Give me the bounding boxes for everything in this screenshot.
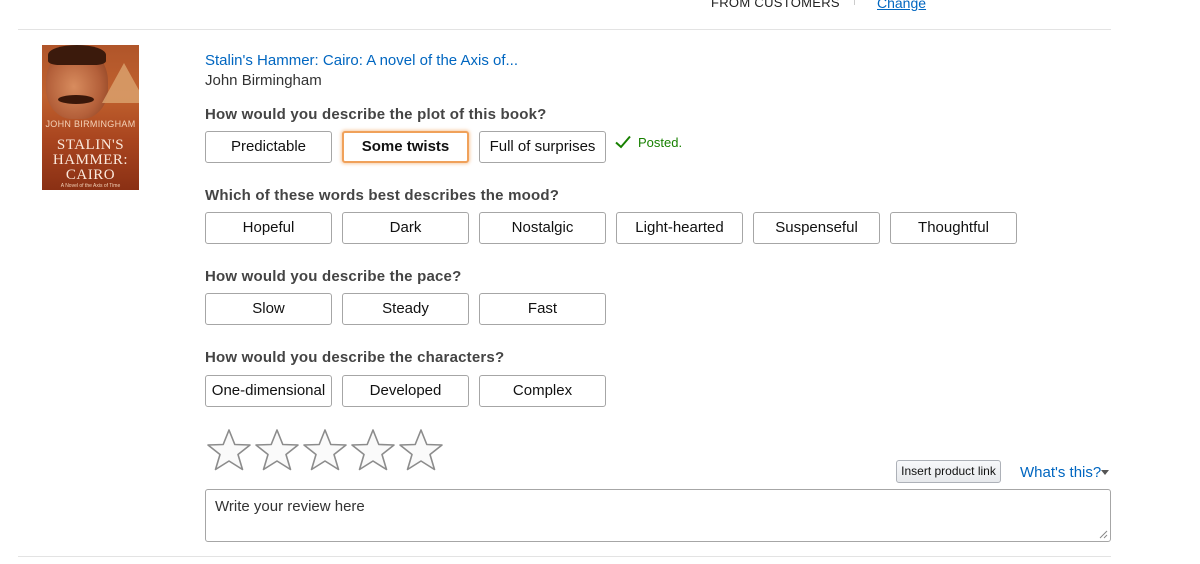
divider [854, 0, 855, 5]
cover-title-line: HAMMER: [52, 152, 129, 168]
star-icon[interactable] [205, 428, 253, 472]
star-icon[interactable] [253, 428, 301, 472]
star-icon[interactable] [349, 428, 397, 472]
mood-option-dark[interactable]: Dark [342, 212, 469, 244]
pace-option-fast[interactable]: Fast [479, 293, 606, 325]
pace-option-slow[interactable]: Slow [205, 293, 332, 325]
top-divider [18, 29, 1111, 30]
pace-question: How would you describe the pace? [205, 268, 462, 285]
posted-text: Posted. [638, 134, 683, 150]
book-cover-image[interactable]: JOHN BIRMINGHAM STALIN'S HAMMER: CAIRO A… [42, 45, 139, 190]
mood-option-hopeful[interactable]: Hopeful [205, 212, 332, 244]
characters-option-complex[interactable]: Complex [479, 375, 606, 407]
cover-portrait-hair [48, 45, 106, 65]
plot-option-full-of-surprises[interactable]: Full of surprises [479, 131, 606, 163]
star-icon[interactable] [301, 428, 349, 472]
plot-option-predictable[interactable]: Predictable [205, 131, 332, 163]
review-placeholder: Write your review here [215, 498, 365, 515]
characters-question: How would you describe the characters? [205, 349, 505, 366]
top-bar: FROM CUSTOMERS Change [0, 0, 1200, 30]
review-textarea[interactable]: Write your review here [205, 489, 1111, 542]
mood-option-light-hearted[interactable]: Light-hearted [616, 212, 743, 244]
resize-grip-icon[interactable] [1099, 530, 1108, 539]
characters-option-developed[interactable]: Developed [342, 375, 469, 407]
whats-this-link[interactable]: What's this? [1020, 464, 1101, 481]
cover-portrait-moustache [58, 95, 94, 104]
chevron-down-icon[interactable] [1101, 470, 1109, 475]
mood-option-suspenseful[interactable]: Suspenseful [753, 212, 880, 244]
star-icon[interactable] [397, 428, 445, 472]
mood-question: Which of these words best describes the … [205, 187, 560, 204]
plot-question: How would you describe the plot of this … [205, 106, 547, 123]
product-title-link[interactable]: Stalin's Hammer: Cairo: A novel of the A… [205, 52, 518, 69]
bottom-divider [18, 556, 1111, 557]
cover-pyramid [102, 63, 139, 103]
from-customers-label: FROM CUSTOMERS [711, 0, 840, 10]
cover-author: JOHN BIRMINGHAM [45, 119, 136, 129]
plot-option-some-twists[interactable]: Some twists [342, 131, 469, 163]
product-author: John Birmingham [205, 72, 322, 89]
mood-option-nostalgic[interactable]: Nostalgic [479, 212, 606, 244]
cover-title-line: STALIN'S [56, 137, 125, 153]
change-link[interactable]: Change [877, 0, 926, 11]
pace-option-steady[interactable]: Steady [342, 293, 469, 325]
mood-option-thoughtful[interactable]: Thoughtful [890, 212, 1017, 244]
cover-title-line: CAIRO [65, 167, 116, 183]
posted-status: Posted. [614, 133, 682, 151]
cover-title: STALIN'S HAMMER: CAIRO [42, 138, 139, 183]
checkmark-icon [615, 135, 631, 149]
characters-option-one-dimensional[interactable]: One-dimensional [205, 375, 332, 407]
cover-tagline: A Novel of the Axis of Time [60, 183, 121, 189]
star-rating[interactable] [205, 428, 445, 472]
insert-product-link-button[interactable]: Insert product link [896, 460, 1001, 483]
